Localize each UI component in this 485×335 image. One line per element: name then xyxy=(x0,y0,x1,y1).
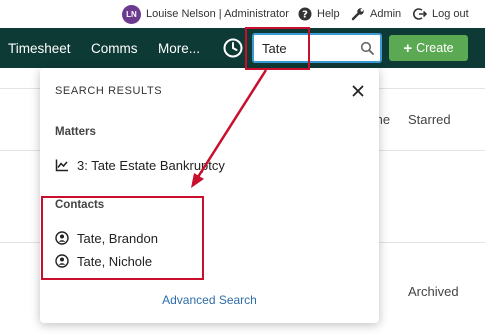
svg-text:?: ? xyxy=(302,10,308,21)
chart-icon xyxy=(55,158,69,172)
tab-archived[interactable]: Archived xyxy=(408,284,459,299)
contacts-heading: Contacts xyxy=(55,199,105,211)
logout-icon xyxy=(413,7,427,21)
contact-result-item[interactable]: Tate, Nichole xyxy=(55,251,152,271)
person-icon xyxy=(55,231,69,245)
search-input[interactable] xyxy=(262,39,352,57)
search-results-title: SEARCH RESULTS xyxy=(55,85,163,97)
nav-item-more[interactable]: More... xyxy=(158,28,200,68)
top-utility-bar: LN Louise Nelson | Administrator ? Help … xyxy=(0,0,485,28)
column-header-starred[interactable]: Starred xyxy=(408,112,451,127)
plus-icon: + xyxy=(403,39,413,57)
admin-label: Admin xyxy=(370,8,402,20)
nav-item-comms[interactable]: Comms xyxy=(91,28,138,68)
admin-link[interactable]: Admin xyxy=(351,0,401,28)
create-label: Create xyxy=(416,41,454,55)
help-label: Help xyxy=(317,8,340,20)
wrench-icon xyxy=(351,7,365,21)
matters-heading: Matters xyxy=(55,126,96,138)
logout-link[interactable]: Log out xyxy=(413,0,469,28)
advanced-search-link[interactable]: Advanced Search xyxy=(40,293,379,307)
close-icon[interactable] xyxy=(350,83,366,99)
clock-icon[interactable] xyxy=(222,37,244,59)
search-icon[interactable] xyxy=(360,41,374,55)
create-button[interactable]: + Create xyxy=(389,35,468,61)
help-link[interactable]: ? Help xyxy=(298,0,340,28)
person-icon xyxy=(55,254,69,268)
contact-result-label: Tate, Nichole xyxy=(77,253,153,269)
user-menu[interactable]: LN Louise Nelson | Administrator xyxy=(122,0,289,28)
contact-result-label: Tate, Brandon xyxy=(77,230,158,246)
search-box xyxy=(252,33,382,63)
nav-item-timesheet[interactable]: Timesheet xyxy=(8,28,71,68)
matter-result-item[interactable]: 3: Tate Estate Bankruptcy xyxy=(55,155,225,175)
matter-result-label: 3: Tate Estate Bankruptcy xyxy=(77,157,225,173)
user-label: Louise Nelson | Administrator xyxy=(146,8,289,20)
search-results-dropdown: SEARCH RESULTS Matters 3: Tate Estate Ba… xyxy=(40,68,379,323)
help-icon: ? xyxy=(298,7,312,21)
contact-result-item[interactable]: Tate, Brandon xyxy=(55,228,158,248)
logout-label: Log out xyxy=(432,8,469,20)
avatar: LN xyxy=(122,4,141,24)
